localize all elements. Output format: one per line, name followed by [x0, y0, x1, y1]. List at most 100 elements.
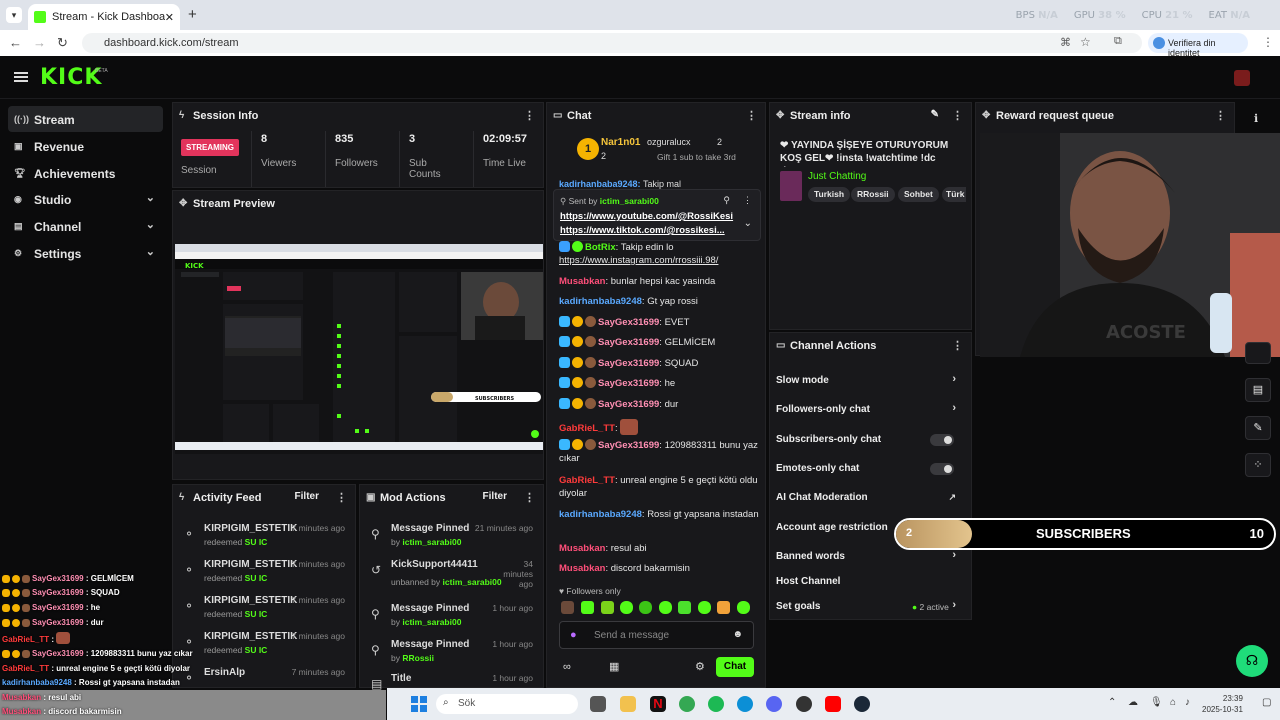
translate-icon[interactable]: ⌘ [1060, 36, 1071, 49]
action-emotes-only[interactable]: Emotes-only chat [776, 463, 966, 477]
emotes-only-toggle[interactable] [930, 463, 954, 475]
url-field[interactable]: dashboard.kick.com/stream [82, 33, 1142, 53]
chat-message[interactable]: https://www.instagram.com/rrossiii.98/ [559, 254, 759, 267]
top-gifter-2[interactable]: ozguralucx [647, 137, 691, 147]
discord-icon[interactable] [766, 696, 782, 712]
user-avatar[interactable] [1234, 70, 1250, 86]
new-tab-button[interactable]: + [188, 6, 197, 23]
bookmark-star-icon[interactable]: ☆ [1080, 35, 1091, 49]
tab-close-icon[interactable]: ✕ [165, 11, 174, 24]
identity-button[interactable]: Verifiera din identitet [1148, 33, 1248, 58]
windows-start-icon[interactable] [411, 696, 427, 712]
chrome-icon[interactable] [679, 696, 695, 712]
kebab-menu-icon[interactable]: ⋮ [952, 339, 963, 352]
task-view-icon[interactable] [590, 696, 606, 712]
kebab-menu-icon[interactable]: ⋮ [743, 195, 752, 206]
sidebar-item-stream[interactable]: ((·)) Stream [8, 106, 163, 132]
revenue-icon: ▣ [14, 141, 23, 151]
action-banned-words[interactable]: Banned words › [776, 549, 966, 565]
youtube-icon[interactable] [825, 696, 841, 712]
kebab-menu-icon[interactable]: ⋮ [336, 491, 347, 504]
mic-icon[interactable]: ● [570, 629, 577, 641]
wrench-icon[interactable]: ✎ [1245, 416, 1271, 440]
kebab-menu-icon[interactable]: ⋮ [952, 109, 963, 122]
sidebar-item-studio[interactable]: ◉ Studio ⌄ [8, 186, 163, 212]
edge-icon[interactable] [737, 696, 753, 712]
sidebar-item-settings[interactable]: ⚙ Settings ⌄ [8, 240, 163, 266]
studio-icon: ◉ [14, 194, 22, 204]
back-icon[interactable]: ← [9, 35, 22, 50]
rail-button[interactable] [1245, 342, 1271, 364]
channel-points-icon[interactable]: ∞ [563, 661, 571, 673]
forward-icon[interactable]: → [33, 35, 46, 50]
top-gifter-1[interactable]: Nar1n01 [601, 137, 640, 148]
sidebar-item-achievements[interactable]: 🏆︎ Achievements [8, 160, 163, 186]
kebab-menu-icon[interactable]: ⋮ [524, 491, 535, 504]
info-icon[interactable]: ℹ [1254, 112, 1258, 125]
chat-input[interactable]: ● Send a message ☻ [559, 621, 754, 649]
sidebar-item-label: Studio [34, 193, 72, 207]
kebab-menu-icon[interactable]: ⋮ [746, 109, 757, 122]
overlay-message: SayGex31699 : dur [2, 618, 104, 627]
category-name[interactable]: Just Chatting [808, 171, 866, 182]
action-subscribers-only[interactable]: Subscribers-only chat [776, 434, 966, 448]
edit-icon[interactable]: ✎ [931, 109, 939, 120]
emoji-icon[interactable]: ☻ [732, 629, 743, 640]
chevron-right-icon: › [952, 549, 956, 561]
taskbar-clock[interactable]: 23:39 2025-10-31 [1202, 693, 1243, 715]
action-set-goals[interactable]: Set goals ● 2 active › [776, 599, 966, 615]
filter-button[interactable]: Filter [295, 491, 319, 502]
file-explorer-icon[interactable] [620, 696, 636, 712]
sidebar-item-channel[interactable]: ▤ Channel ⌄ [8, 213, 163, 239]
unpin-icon[interactable]: ⚲ [723, 195, 730, 206]
notification-icon[interactable]: ▢ [1262, 697, 1271, 708]
send-chat-button[interactable]: Chat [716, 657, 754, 677]
filter-button[interactable]: Filter [483, 491, 507, 502]
gift-prompt[interactable]: Gift 1 sub to take 3rd [657, 152, 736, 162]
tab-search-icon[interactable]: ▾ [6, 7, 22, 23]
gear-icon[interactable]: ⚙ [695, 660, 705, 673]
webcam-overlay: ACOSTE [980, 133, 1280, 357]
steam-icon[interactable] [854, 696, 870, 712]
reload-icon[interactable]: ↻ [57, 35, 68, 51]
widgets-icon[interactable]: ⁘ [1245, 453, 1271, 477]
pinned-link[interactable]: https://www.youtube.com/@RossiKesi [560, 211, 738, 222]
subscribers-only-toggle[interactable] [930, 434, 954, 446]
channel-icon: ▤ [14, 221, 23, 231]
subs-stat: 3 Sub Counts [409, 133, 441, 180]
spotify-icon[interactable] [708, 696, 724, 712]
browser-menu-icon[interactable]: ⋮ [1262, 35, 1274, 49]
cloud-icon[interactable]: ☁ [1128, 697, 1138, 708]
netflix-icon[interactable]: N [650, 696, 666, 712]
kebab-menu-icon[interactable]: ⋮ [524, 109, 535, 122]
sidebar: ((·)) Stream ▣ Revenue 🏆︎ Achievements ◉ Stu… [0, 100, 170, 590]
sidebar-item-revenue[interactable]: ▣ Revenue [8, 133, 163, 159]
taskbar-search[interactable]: ⌕ Sök [436, 694, 578, 714]
store-icon[interactable]: ▦ [609, 660, 619, 673]
emote-image [620, 419, 639, 435]
pinned-link[interactable]: https://www.tiktok.com/@rossikesi... [560, 225, 738, 236]
action-followers-only[interactable]: Followers-only chat › [776, 402, 966, 418]
action-host-channel[interactable]: Host Channel [776, 576, 966, 590]
obs-icon[interactable] [796, 696, 812, 712]
action-ai-moderation[interactable]: AI Chat Moderation ↗ [776, 492, 966, 506]
kebab-menu-icon[interactable]: ⋮ [1215, 109, 1226, 122]
action-slow-mode[interactable]: Slow mode › [776, 373, 966, 389]
extensions-icon[interactable]: ⧉ [1114, 35, 1122, 48]
goal-current: 2 [906, 527, 913, 539]
kick-logo[interactable]: KICK [40, 65, 102, 90]
category-thumbnail[interactable] [780, 171, 802, 201]
emote-bar[interactable] [559, 601, 759, 615]
mic-icon[interactable]: 🎙︎ [1150, 697, 1163, 708]
network-icon[interactable]: ⌂ [1170, 697, 1176, 708]
pinned-message[interactable]: ⚲ Sent by ictim_sarabi00 ⚲ ⋮ https://www… [553, 189, 761, 241]
menu-icon[interactable] [14, 72, 28, 82]
support-headset-icon[interactable]: ☊ [1236, 645, 1268, 677]
volume-icon[interactable]: ♪ [1185, 697, 1190, 708]
panel-title: Mod Actions [380, 492, 446, 504]
chevron-down-icon[interactable]: ⌄ [744, 218, 752, 229]
stream-preview-video[interactable]: KICK SUBSCRIBERS [175, 244, 543, 454]
layout-icon[interactable]: ▤ [1245, 378, 1271, 402]
tray-chevron-icon[interactable]: ⌃ [1108, 697, 1116, 708]
browser-tab[interactable]: Stream - Kick Dashboard ✕ [28, 4, 180, 30]
